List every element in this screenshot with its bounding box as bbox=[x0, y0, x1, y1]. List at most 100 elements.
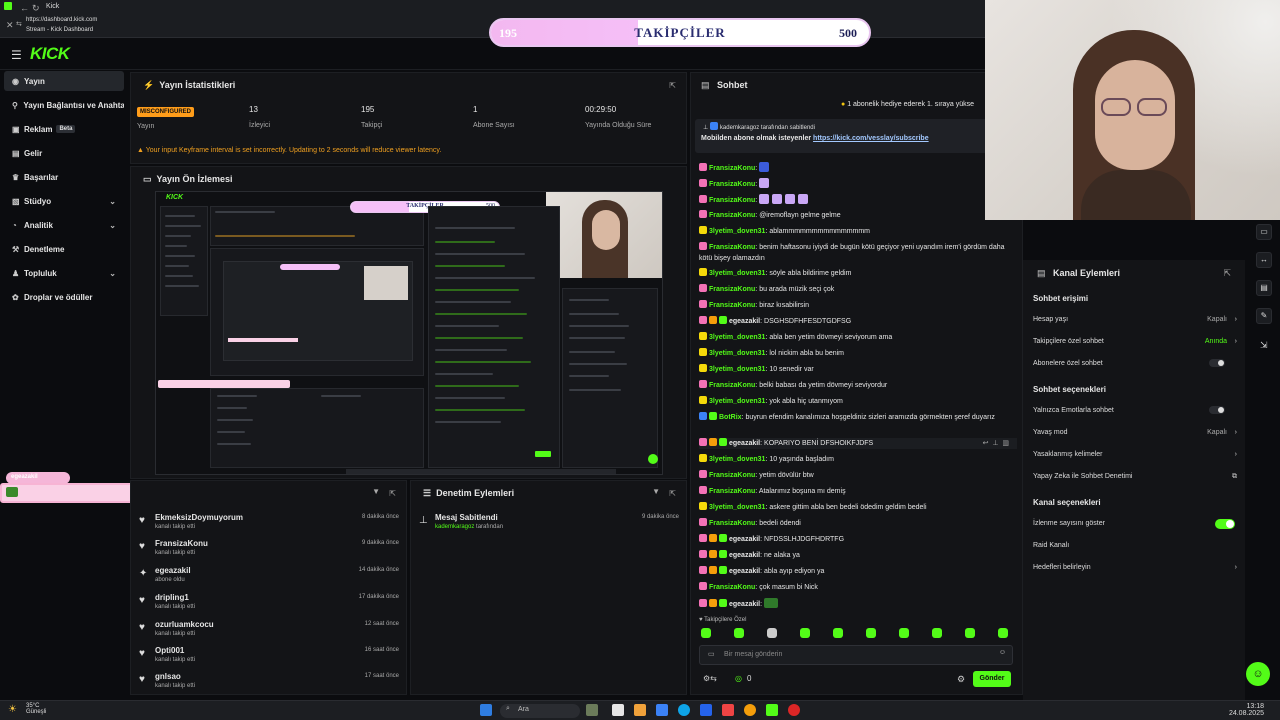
activity-user[interactable]: dripling1 bbox=[155, 593, 189, 602]
stream-icon[interactable]: ▤ bbox=[1256, 280, 1272, 296]
weather-widget[interactable]: 35°C Güneşli bbox=[26, 703, 46, 715]
emote-only-toggle[interactable] bbox=[1209, 406, 1225, 414]
edge-icon[interactable] bbox=[678, 704, 690, 716]
expand-icon[interactable]: ⇱ bbox=[669, 81, 676, 90]
delete-icon[interactable]: ▥ bbox=[1002, 440, 1009, 447]
setting-goals[interactable]: Hedefleri belirleyin › bbox=[1033, 564, 1237, 571]
emote-icon[interactable] bbox=[998, 628, 1008, 638]
reply-icon[interactable]: ↩ bbox=[983, 440, 989, 447]
setting-banned-words[interactable]: Yasaklanmış kelimeler › bbox=[1033, 451, 1237, 458]
kick-app-icon[interactable] bbox=[766, 704, 778, 716]
pin-icon[interactable]: ⊥ bbox=[992, 440, 998, 447]
emote-icon[interactable] bbox=[734, 628, 744, 638]
pinned-message[interactable]: ⊥ kademkaragoz tarafından sabitlendi Mob… bbox=[695, 119, 1020, 153]
filter-icon[interactable]: ▼ bbox=[652, 487, 660, 496]
sidebar-item-stream-key[interactable]: ⚲ Yayın Bağlantısı ve Anahtarı bbox=[4, 95, 124, 115]
chat-username[interactable]: 3lyetim_doven31 bbox=[709, 334, 765, 341]
chat-username[interactable]: FransizaKonu bbox=[709, 382, 755, 389]
viewcount-toggle[interactable] bbox=[1215, 519, 1235, 529]
file-explorer-icon[interactable] bbox=[612, 704, 624, 716]
subscribers-only-toggle[interactable] bbox=[1209, 359, 1225, 367]
windows-start-icon[interactable] bbox=[480, 704, 492, 716]
emote-icon[interactable] bbox=[701, 628, 711, 638]
pinned-link[interactable]: https://kick.com/vesslay/subscribe bbox=[813, 135, 929, 142]
chat-username[interactable]: FransizaKonu bbox=[709, 286, 755, 293]
setting-ai-moderation[interactable]: Yapay Zeka ile Sohbet Denetimi ⧉ bbox=[1033, 473, 1237, 480]
chat-username[interactable]: 3lyetim_doven31 bbox=[709, 228, 765, 235]
chat-username[interactable]: egeazakil bbox=[729, 536, 760, 543]
moderator-name[interactable]: kademkaragoz bbox=[435, 524, 474, 530]
sidebar-item-denetleme[interactable]: ⚒ Denetleme bbox=[4, 239, 124, 259]
chat-input[interactable]: ▭ Bir mesaj gönderin ☺ bbox=[699, 645, 1013, 665]
app-icon[interactable] bbox=[700, 704, 712, 716]
layout-icon[interactable]: ⇲ bbox=[1260, 340, 1268, 351]
expand-icon[interactable]: ⇱ bbox=[389, 489, 396, 498]
sidebar-item-reklam[interactable]: ▣ Reklam Beta bbox=[4, 119, 124, 139]
send-button[interactable]: Gönder bbox=[973, 671, 1011, 687]
photos-icon[interactable] bbox=[634, 704, 646, 716]
sidebar-item-studyo[interactable]: ▧ Stüdyo ⌄ bbox=[4, 191, 124, 211]
chat-username[interactable]: FransizaKonu bbox=[709, 181, 755, 188]
chat-username[interactable]: 3lyetim_doven31 bbox=[709, 366, 765, 373]
emoji-icon[interactable]: ☺ bbox=[999, 649, 1006, 656]
sidebar-item-topluluk[interactable]: ♟ Topluluk ⌄ bbox=[4, 263, 124, 283]
chat-username[interactable]: 3lyetim_doven31 bbox=[709, 398, 765, 405]
setting-raid[interactable]: Raid Kanalı bbox=[1033, 542, 1237, 549]
tools-icon[interactable]: ⚙⇆ bbox=[703, 674, 717, 683]
taskbar-search[interactable]: ⌕ Ara bbox=[500, 704, 580, 718]
emote-icon[interactable] bbox=[965, 628, 975, 638]
refresh-icon[interactable]: ↻ bbox=[32, 3, 40, 14]
chat-username[interactable]: egeazakil bbox=[729, 552, 760, 559]
chat-username[interactable]: FransizaKonu bbox=[709, 520, 755, 527]
chat-username[interactable]: 3lyetim_doven31 bbox=[709, 504, 765, 511]
activity-user[interactable]: gnlsao bbox=[155, 672, 181, 681]
system-clock[interactable]: 13:18 24.08.2025 bbox=[1229, 703, 1264, 717]
sidebar-item-analitik[interactable]: ◔ Analitik ⌄ bbox=[4, 215, 124, 235]
chat-username[interactable]: FransizaKonu bbox=[709, 302, 755, 309]
chat-username[interactable]: FransizaKonu bbox=[709, 244, 755, 251]
support-bubble-icon[interactable]: ☺ bbox=[1246, 662, 1270, 686]
activity-user[interactable]: egeazakil bbox=[155, 566, 191, 575]
code-icon[interactable]: ↔ bbox=[1256, 252, 1272, 268]
chat-username[interactable]: 3lyetim_doven31 bbox=[709, 350, 765, 357]
emote-icon[interactable] bbox=[800, 628, 810, 638]
activity-user[interactable]: ozurluamkcocu bbox=[155, 620, 214, 629]
close-icon[interactable]: ✕ bbox=[6, 20, 14, 31]
setting-followers-only[interactable]: Takipçilere özel sohbet Anında › bbox=[1033, 338, 1237, 345]
chat-settings-icon[interactable]: ⚙ bbox=[957, 674, 965, 685]
chat-username[interactable]: egeazakil bbox=[729, 440, 760, 447]
filter-icon[interactable]: ▼ bbox=[372, 487, 380, 496]
chrome-icon[interactable] bbox=[744, 704, 756, 716]
emote-icon[interactable] bbox=[932, 628, 942, 638]
activity-user[interactable]: EkmeksizDoymuyorum bbox=[155, 513, 243, 522]
sidebar-item-yayin[interactable]: ◉ Yayın bbox=[4, 71, 124, 91]
site-settings-icon[interactable]: ⇆ bbox=[16, 20, 22, 28]
sidebar-item-droplar[interactable]: ✿ Droplar ve ödüller bbox=[4, 287, 124, 307]
emote-icon[interactable] bbox=[899, 628, 909, 638]
chat-username[interactable]: FransizaKonu bbox=[709, 584, 755, 591]
kick-logo[interactable]: KICK bbox=[30, 44, 70, 64]
url-bar[interactable]: https://dashboard.kick.com bbox=[26, 17, 97, 23]
activity-user[interactable]: Opti001 bbox=[155, 646, 184, 655]
app-icon[interactable] bbox=[722, 704, 734, 716]
emote-icon[interactable] bbox=[866, 628, 876, 638]
activity-user[interactable]: FransizaKonu bbox=[155, 539, 208, 548]
chat-panel-icon[interactable]: ▭ bbox=[1256, 224, 1272, 240]
expand-icon[interactable]: ⇱ bbox=[669, 489, 676, 498]
back-icon[interactable]: ← bbox=[20, 3, 29, 13]
chat-username[interactable]: egeazakil bbox=[729, 568, 760, 575]
preview-video[interactable]: KICK TAKİPÇİLER 500 bbox=[155, 191, 663, 475]
tab-title[interactable]: Kick bbox=[46, 3, 59, 10]
emote-icon[interactable] bbox=[767, 628, 777, 638]
chat-username[interactable]: egeazakil bbox=[729, 601, 760, 608]
expand-icon[interactable]: ⇱ bbox=[1223, 268, 1231, 279]
sidebar-item-gelir[interactable]: ▤ Gelir bbox=[4, 143, 124, 163]
sidebar-item-basarilar[interactable]: ♛ Başarılar bbox=[4, 167, 124, 187]
chat-username[interactable]: 3lyetim_doven31 bbox=[709, 270, 765, 277]
chat-username[interactable]: FransizaKonu bbox=[709, 197, 755, 204]
chat-username[interactable]: BotRix bbox=[719, 414, 742, 421]
menu-icon[interactable]: ☰ bbox=[11, 48, 22, 62]
chat-username[interactable]: egeazakil bbox=[729, 318, 760, 325]
store-icon[interactable] bbox=[656, 704, 668, 716]
gift-leaderboard-banner[interactable]: ● 1 abonelik hediye ederek 1. sıraya yük… bbox=[841, 101, 974, 108]
